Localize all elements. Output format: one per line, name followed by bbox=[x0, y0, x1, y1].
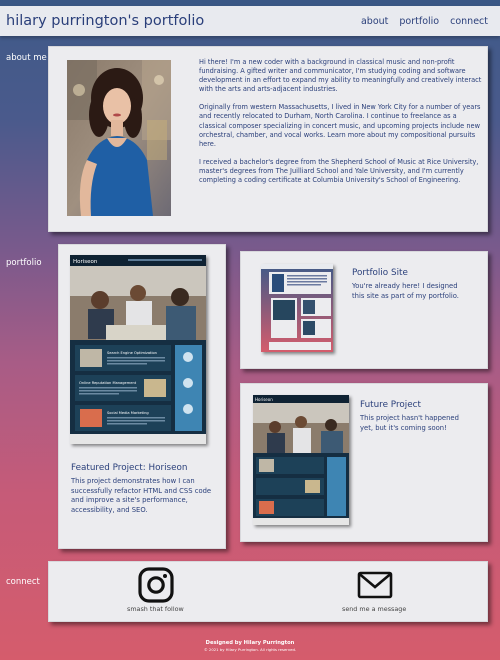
thumb-section-title: Online Reputation Management bbox=[79, 381, 137, 385]
site-title[interactable]: hilary purrington's portfolio bbox=[6, 13, 204, 29]
portrait-photo bbox=[67, 60, 171, 216]
instagram-label[interactable]: smash that follow bbox=[127, 605, 184, 613]
thumb-section-title: Search Engine Optimization bbox=[107, 351, 157, 355]
thumb-section-title: Social Media Marketing bbox=[107, 411, 149, 415]
bio-text: Hi there! I'm a new coder with a backgro… bbox=[199, 58, 484, 194]
connect-section-label: connect bbox=[6, 577, 40, 587]
future-project-description: This project hasn't happened yet, but it… bbox=[360, 414, 459, 432]
future-project-thumbnail[interactable]: Horiseon bbox=[253, 395, 349, 525]
portfolio-site-thumbnail[interactable] bbox=[261, 264, 333, 352]
site-header: hilary purrington's portfolio about port… bbox=[0, 6, 500, 36]
main-nav: about portfolio connect bbox=[361, 16, 488, 27]
nav-connect-link[interactable]: connect bbox=[450, 16, 488, 27]
portfolio-site-title[interactable]: Portfolio Site bbox=[352, 268, 408, 278]
nav-portfolio-link[interactable]: portfolio bbox=[399, 16, 439, 27]
portfolio-site-description: You're already here! I designed this sit… bbox=[352, 282, 459, 300]
instagram-icon[interactable] bbox=[138, 567, 174, 607]
footer-copyright: © 2021 by Hilary Purrington. All rights … bbox=[203, 647, 297, 652]
thumb-brand: Horiseon bbox=[255, 397, 273, 402]
horiseon-thumbnail[interactable]: Horiseon Search Engine Optimization Onli… bbox=[70, 255, 206, 444]
footer-credit: Designed by Hilary Purrington bbox=[205, 640, 295, 646]
email-label[interactable]: send me a message bbox=[342, 605, 406, 613]
email-icon[interactable] bbox=[357, 571, 393, 603]
connect-panel bbox=[48, 561, 488, 622]
bio-paragraph: Hi there! I'm a new coder with a backgro… bbox=[199, 58, 482, 94]
nav-about-link[interactable]: about bbox=[361, 16, 388, 27]
bio-paragraph: I received a bachelor's degree from the … bbox=[199, 157, 479, 185]
featured-project-title[interactable]: Featured Project: Horiseon bbox=[71, 463, 188, 473]
about-section-label: about me bbox=[6, 53, 47, 63]
portfolio-section-label: portfolio bbox=[6, 258, 42, 268]
compositions-link[interactable]: here bbox=[199, 140, 214, 148]
bio-paragraph: Originally from western Massachusetts, I… bbox=[199, 103, 481, 148]
thumb-brand: Horiseon bbox=[73, 259, 98, 265]
future-project-title[interactable]: Future Project bbox=[360, 400, 421, 410]
site-footer: Designed by Hilary Purrington © 2021 by … bbox=[0, 640, 500, 652]
featured-project-description: This project demonstrates how I can succ… bbox=[71, 477, 212, 514]
